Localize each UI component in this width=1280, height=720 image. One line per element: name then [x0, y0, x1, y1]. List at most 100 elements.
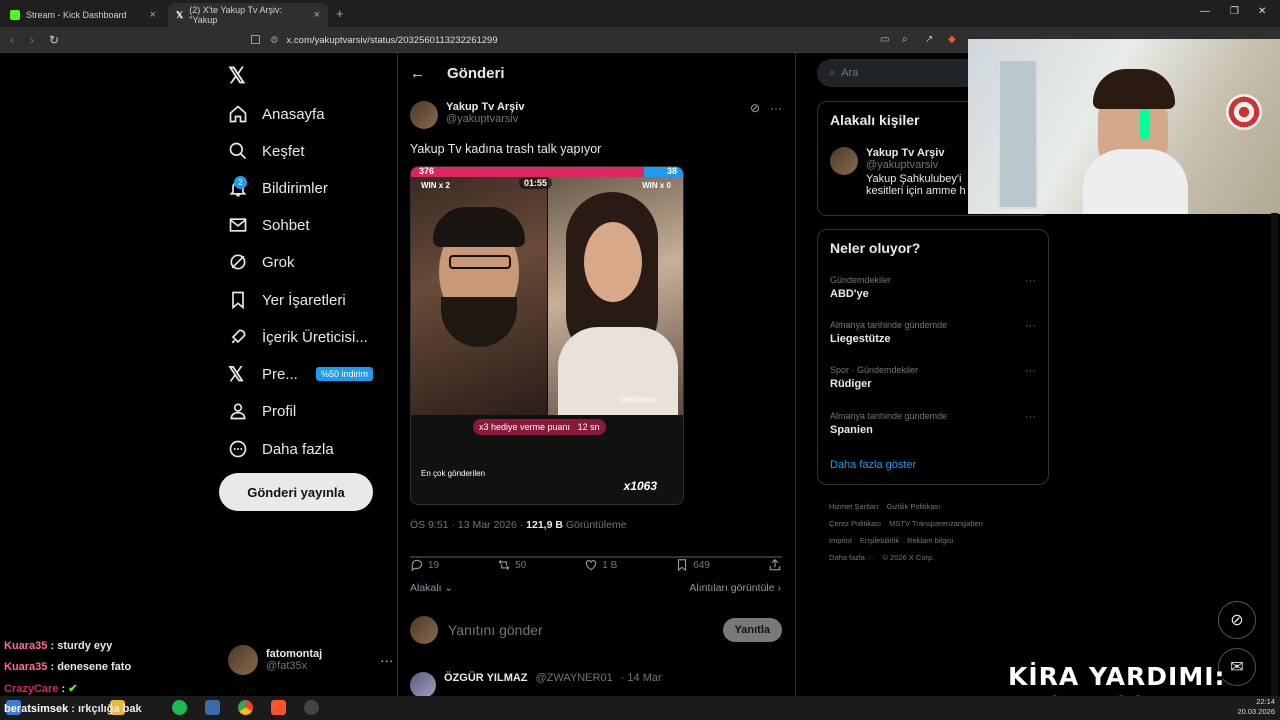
footer-link[interactable]: Reklam bilgisi	[907, 536, 953, 545]
grok-fab-button[interactable]: ⊘	[1218, 601, 1256, 639]
sidebar-item-label: Grok	[262, 253, 295, 271]
spotify-icon[interactable]	[172, 700, 187, 715]
reload-icon[interactable]: ↻	[49, 33, 59, 47]
share-icon[interactable]: ↗	[925, 34, 933, 45]
more-icon[interactable]: ···	[1025, 365, 1036, 377]
close-icon[interactable]: ×	[314, 9, 320, 21]
reply-author-handle[interactable]: @ZWAYNER01	[536, 672, 613, 698]
back-icon[interactable]: ‹	[10, 33, 14, 47]
x-logo-icon[interactable]: 𝕏	[228, 63, 246, 89]
like-button[interactable]: 1 B	[584, 558, 617, 572]
post-media[interactable]: 376 38 WIN x 2 01:55 WIN x 0 Damlanur...…	[410, 166, 684, 505]
home-icon	[229, 105, 247, 123]
glasses	[449, 255, 511, 269]
footer-link[interactable]: Imprint	[829, 536, 852, 545]
tab-x-post[interactable]: 𝕏 (2) X'te Yakup Tv Arşiv: "Yakup ×	[168, 3, 328, 27]
close-icon[interactable]: ×	[150, 9, 156, 21]
url-text: x.com/yakuptvarsiv/status/20325601132322…	[286, 34, 498, 46]
sidebar-item-home[interactable]: Anasayfa	[228, 100, 325, 128]
sidebar-item-creator[interactable]: İçerik Üreticisi...	[228, 323, 368, 351]
face	[584, 222, 642, 302]
avatar[interactable]	[410, 101, 438, 129]
zoom-icon[interactable]: ⌕	[902, 34, 908, 45]
site-info-icon[interactable]: ⚙	[270, 35, 279, 46]
chrome-icon[interactable]	[238, 700, 253, 715]
browser-titlebar: Stream - Kick Dashboard × 𝕏 (2) X'te Yak…	[0, 0, 1280, 27]
minimize-icon[interactable]: —	[1200, 6, 1210, 17]
chat-message: Kuara35 : sturdy eyy	[4, 640, 112, 652]
reply-post[interactable]: ÖZGÜR YILMAZ @ZWAYNER01 · 14 Mar	[410, 672, 662, 698]
restore-icon[interactable]: ❐	[1230, 6, 1239, 17]
sidebar-item-explore[interactable]: Keşfet	[228, 137, 305, 165]
calculator-icon[interactable]	[205, 700, 220, 715]
reply-input[interactable]: Yanıtını gönder	[448, 622, 543, 638]
brave-icon[interactable]	[271, 700, 286, 715]
score-left: 376	[419, 166, 435, 176]
more-icon[interactable]: ···	[1025, 411, 1036, 423]
trend-item[interactable]: Gündemdekiler ABD'ye	[830, 275, 891, 300]
show-more-link[interactable]: Daha fazla göster	[830, 459, 916, 471]
back-arrow-icon[interactable]: ←	[410, 65, 425, 82]
grok-icon[interactable]: ⊘	[750, 101, 760, 115]
obs-icon[interactable]	[304, 700, 319, 715]
tab-kick-dashboard[interactable]: Stream - Kick Dashboard ×	[2, 3, 164, 27]
scrollbar[interactable]	[1271, 213, 1278, 720]
trend-item[interactable]: Almanya tarihinde gündemde Spanien	[830, 411, 947, 436]
footer-link[interactable]: Daha fazla ···	[829, 553, 874, 562]
post-time[interactable]: ÖS 9:51 · 13 Mar 2026 ·	[410, 519, 526, 531]
views-label: Görüntüleme	[562, 519, 627, 531]
sidebar-item-label: İçerik Üreticisi...	[262, 328, 368, 346]
footer-link[interactable]: Erişilebilirlik	[860, 536, 899, 545]
related-handle[interactable]: @yakuptvarsiv	[866, 159, 966, 171]
reply-author-name[interactable]: ÖZGÜR YILMAZ	[444, 672, 528, 698]
bookmark-icon[interactable]: ☐	[250, 33, 261, 47]
post-button[interactable]: Gönderi yayınla	[219, 473, 373, 511]
view-count: 121,9 B	[526, 519, 563, 531]
share-button[interactable]	[768, 558, 782, 572]
rocket-icon	[231, 329, 246, 344]
reply-submit-button[interactable]: Yanıtla	[722, 618, 782, 642]
close-window-icon[interactable]: ✕	[1258, 6, 1266, 17]
more-icon[interactable]: ···	[1025, 320, 1036, 332]
sidebar-item-profile[interactable]: Profil	[228, 397, 296, 425]
stream-left	[411, 177, 547, 415]
related-person[interactable]: Yakup Tv Arşiv @yakuptvarsiv Yakup Şahku…	[830, 147, 966, 197]
author-name[interactable]: Yakup Tv Arşiv	[446, 101, 524, 113]
repost-button[interactable]: 50	[497, 558, 526, 572]
avatar[interactable]	[410, 672, 436, 698]
more-icon[interactable]: ···	[1025, 275, 1036, 287]
trend-item[interactable]: Almanya tarihinde gündemde Liegestütze	[830, 320, 947, 345]
author-handle[interactable]: @yakuptvarsiv	[446, 113, 524, 125]
forward-icon[interactable]: ›	[30, 33, 34, 47]
url-field[interactable]: ⚙ x.com/yakuptvarsiv/status/203256011323…	[270, 31, 970, 49]
footer-link[interactable]: Çerez Politikası	[829, 519, 881, 528]
bookmark-button[interactable]: 649	[675, 558, 710, 572]
sidebar-item-grok[interactable]: Grok	[228, 248, 295, 276]
system-clock[interactable]: 22:14 20.03.2026	[1237, 697, 1275, 717]
avatar[interactable]	[830, 147, 858, 175]
footer-link[interactable]: Gizlilik Politikası	[887, 502, 941, 511]
reply-icon	[411, 559, 423, 572]
footer-link[interactable]: Hizmet Şartları	[829, 502, 879, 511]
footer-link[interactable]: MSTV Transparenzangaben	[889, 519, 983, 528]
sidebar-item-premium[interactable]: 𝕏 Pre...	[228, 360, 298, 388]
search-placeholder: Ara	[841, 67, 859, 79]
post-author[interactable]: Yakup Tv Arşiv @yakuptvarsiv	[410, 101, 524, 129]
new-tab-button[interactable]: +	[336, 6, 344, 21]
sidebar-item-more[interactable]: Daha fazla	[228, 435, 334, 463]
sort-dropdown[interactable]: Alakalı ⌄	[410, 582, 453, 594]
brave-shield-icon[interactable]: ◆	[948, 34, 956, 45]
multiplier-label: x1063	[623, 479, 657, 493]
more-icon[interactable]: ···	[770, 101, 782, 115]
reply-button[interactable]: 19	[410, 558, 439, 572]
cast-icon[interactable]: ▭	[880, 34, 889, 45]
related-name[interactable]: Yakup Tv Arşiv	[866, 147, 966, 159]
account-switcher[interactable]: fatomontaj @fat35x ···	[228, 645, 393, 675]
trend-item[interactable]: Spor · Gündemdekiler Rüdiger	[830, 365, 918, 390]
chat-user: Kuara35	[4, 661, 48, 673]
sidebar-item-chat[interactable]: Sohbet	[228, 211, 310, 239]
reply-composer: Yanıtını gönder Yanıtla	[410, 616, 782, 644]
sidebar-item-bookmarks[interactable]: Yer İşaretleri	[228, 286, 346, 314]
more-icon[interactable]: ···	[380, 653, 393, 668]
view-quotes-link[interactable]: Alıntıları görüntüle ›	[689, 582, 781, 594]
